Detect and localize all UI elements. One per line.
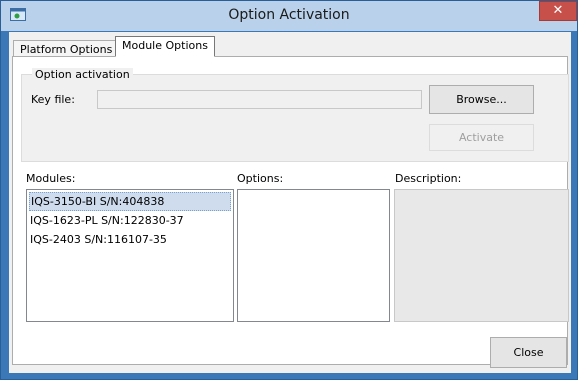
module-item-iqs-2403[interactable]: IQS-2403 S/N:116107-35 [27,230,233,249]
browse-button[interactable]: Browse... [429,85,534,114]
key-file-field[interactable] [97,90,422,109]
tab-module-options[interactable]: Module Options [115,36,215,57]
modules-list[interactable]: IQS-3150-BI S/N:404838 IQS-1623-PL S/N:1… [26,189,234,322]
key-file-label: Key file: [31,93,75,106]
options-list[interactable] [237,189,390,322]
close-button[interactable]: Close [490,337,567,368]
title-bar[interactable]: Option Activation ✕ [1,1,577,31]
window-title: Option Activation [228,7,350,23]
module-item-iqs-3150-bi[interactable]: IQS-3150-BI S/N:404838 [29,192,231,211]
description-box [394,189,569,322]
dialog-client-area: Platform Options Module Options Option a… [9,32,571,373]
module-item-iqs-1623-pl[interactable]: IQS-1623-PL S/N:122830-37 [27,211,233,230]
activate-button[interactable]: Activate [429,124,534,151]
option-activation-group-title: Option activation [32,68,133,81]
options-label: Options: [237,172,284,185]
close-icon: ✕ [552,3,564,18]
description-label: Description: [395,172,462,185]
window-close-button[interactable]: ✕ [539,1,577,21]
option-activation-window: Option Activation ✕ Platform Options Mod… [0,0,578,380]
modules-label: Modules: [26,172,76,185]
